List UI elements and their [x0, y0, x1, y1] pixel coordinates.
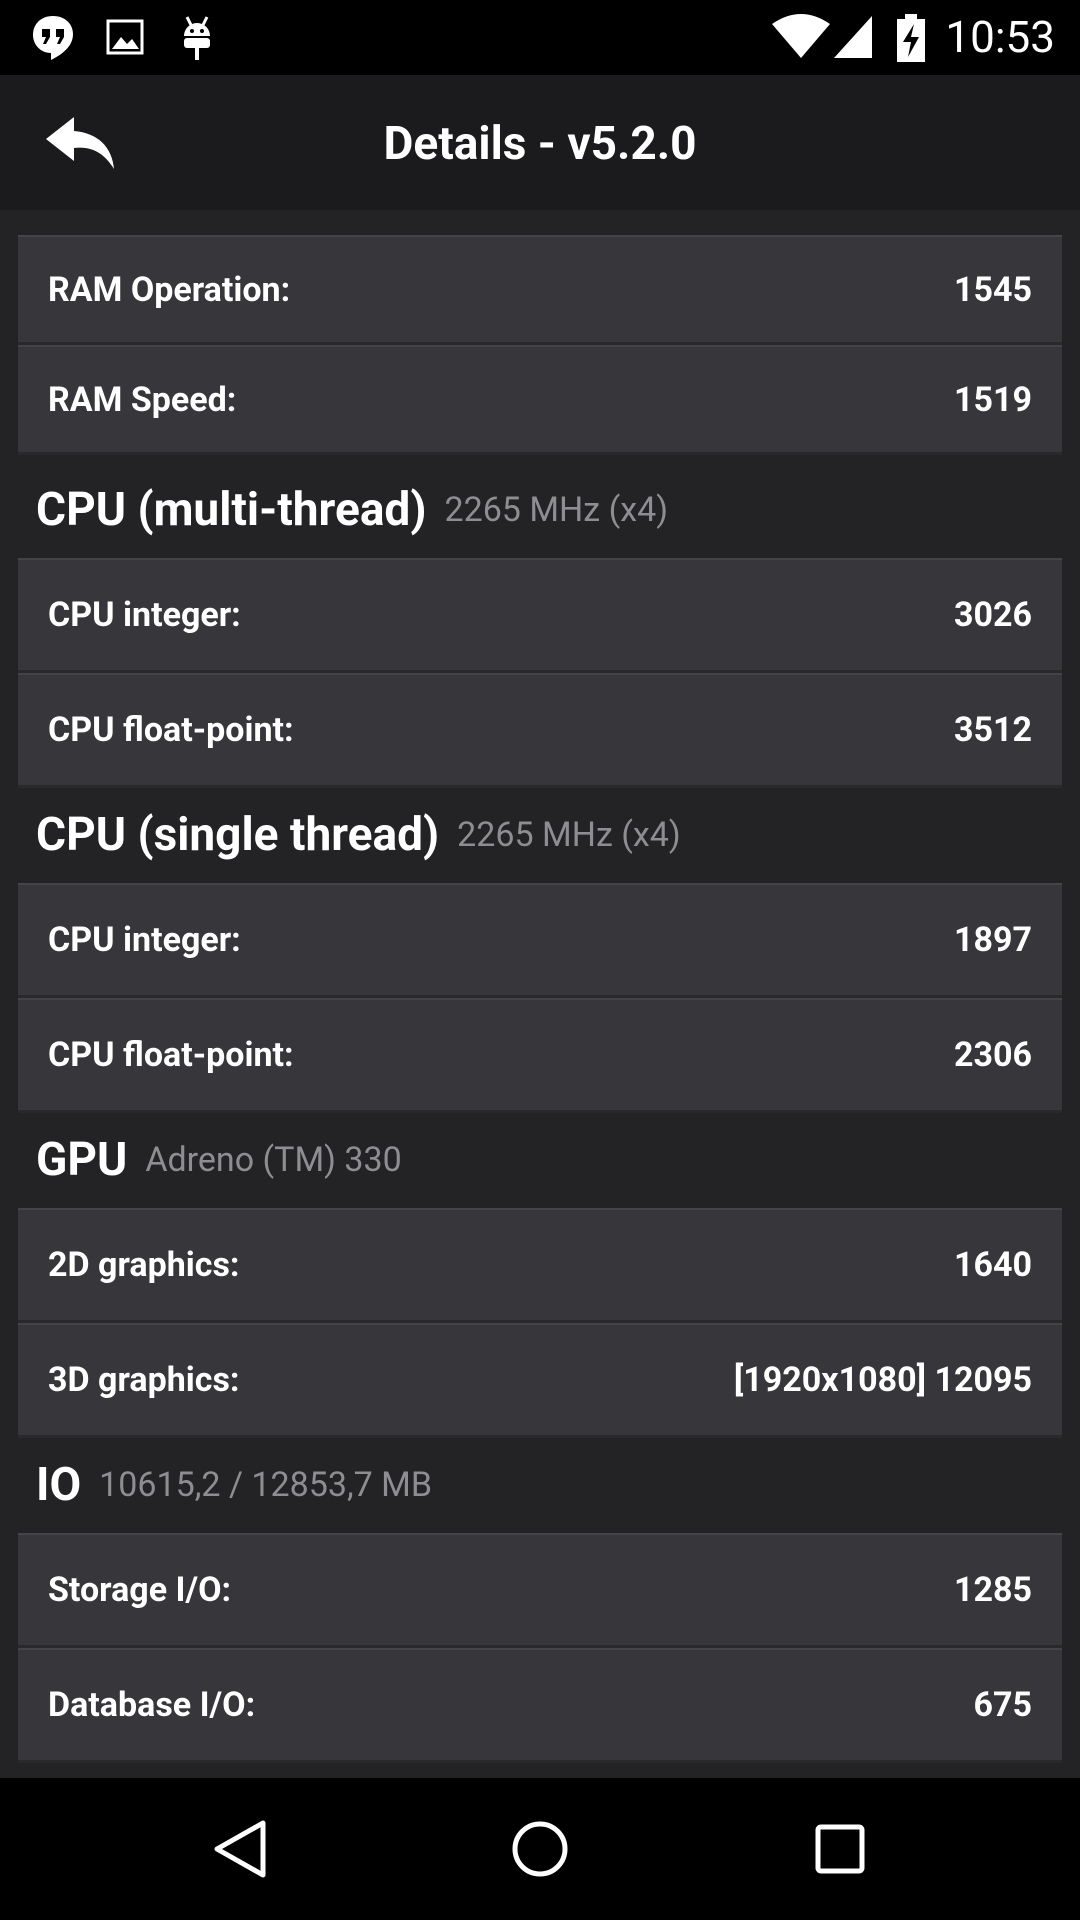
section-title: CPU (multi-thread) — [36, 483, 427, 537]
battery-charging-icon — [897, 14, 925, 62]
section-header-gpu: GPU Adreno (TM) 330 — [36, 1125, 402, 1195]
image-icon — [106, 19, 144, 55]
back-triangle-icon[interactable] — [211, 1819, 271, 1879]
page-title: Details - v5.2.0 — [383, 117, 697, 171]
row-value: 1897 — [953, 920, 1032, 960]
row-label: Database I/O: — [48, 1685, 256, 1725]
app-bar: Details - v5.2.0 — [0, 75, 1080, 210]
list-row-cpu-integer-multi: CPU integer: 3026 — [18, 558, 1062, 673]
list-row-cpu-integer-single: CPU integer: 1897 — [18, 883, 1062, 998]
row-label: RAM Speed: — [48, 379, 237, 420]
row-label: Storage I/O: — [48, 1570, 232, 1610]
recents-square-icon[interactable] — [810, 1819, 870, 1879]
status-bar: 10:53 — [0, 0, 1080, 75]
row-value: 1519 — [953, 379, 1032, 420]
list-row-storage-io: Storage I/O: 1285 — [18, 1533, 1062, 1648]
list-row-cpu-float-single: CPU float-point: 2306 — [18, 998, 1062, 1113]
row-label: 2D graphics: — [48, 1245, 240, 1285]
row-value: 675 — [973, 1685, 1032, 1725]
details-list[interactable]: RAM Operation: 1545 RAM Speed: 1519 CPU … — [0, 210, 1080, 1778]
list-row-cpu-float-multi: CPU float-point: 3512 — [18, 673, 1062, 788]
list-row-ram-operation: RAM Operation: 1545 — [18, 235, 1062, 345]
section-header-cpu-multi: CPU (multi-thread) 2265 MHz (x4) — [36, 475, 668, 545]
row-label: CPU integer: — [48, 920, 241, 960]
section-title: GPU — [36, 1133, 128, 1187]
row-label: CPU float-point: — [48, 1035, 294, 1075]
row-value: 3512 — [953, 710, 1032, 750]
section-detail: 10615,2 / 12853,7 MB — [99, 1465, 433, 1505]
wifi-icon — [772, 14, 830, 58]
row-label: 3D graphics: — [48, 1360, 240, 1400]
hangouts-icon — [33, 16, 73, 60]
section-title: IO — [36, 1458, 82, 1512]
home-circle-icon[interactable] — [510, 1819, 570, 1879]
row-label: RAM Operation: — [48, 269, 291, 310]
navigation-bar — [0, 1778, 1080, 1920]
row-value: 1285 — [953, 1570, 1032, 1610]
row-value: 1640 — [953, 1245, 1032, 1285]
row-value: 2306 — [953, 1035, 1032, 1075]
list-row-ram-speed: RAM Speed: 1519 — [18, 345, 1062, 455]
row-value: 1545 — [953, 269, 1032, 310]
cell-signal-icon — [834, 16, 872, 58]
section-header-cpu-single: CPU (single thread) 2265 MHz (x4) — [36, 800, 681, 870]
android-icon — [184, 16, 210, 60]
list-row-3d-graphics: 3D graphics: [1920x1080] 12095 — [18, 1323, 1062, 1438]
section-title: CPU (single thread) — [36, 808, 440, 862]
section-header-io: IO 10615,2 / 12853,7 MB — [36, 1450, 432, 1520]
row-label: CPU integer: — [48, 595, 241, 635]
row-value: 3026 — [953, 595, 1032, 635]
list-row-database-io: Database I/O: 675 — [18, 1648, 1062, 1763]
section-detail: Adreno (TM) 330 — [145, 1140, 402, 1180]
section-detail: 2265 MHz (x4) — [444, 490, 669, 530]
list-row-2d-graphics: 2D graphics: 1640 — [18, 1208, 1062, 1323]
row-value: [1920x1080] 12095 — [733, 1360, 1032, 1400]
status-clock: 10:53 — [945, 11, 1055, 63]
row-label: CPU float-point: — [48, 710, 294, 750]
section-detail: 2265 MHz (x4) — [457, 815, 681, 855]
